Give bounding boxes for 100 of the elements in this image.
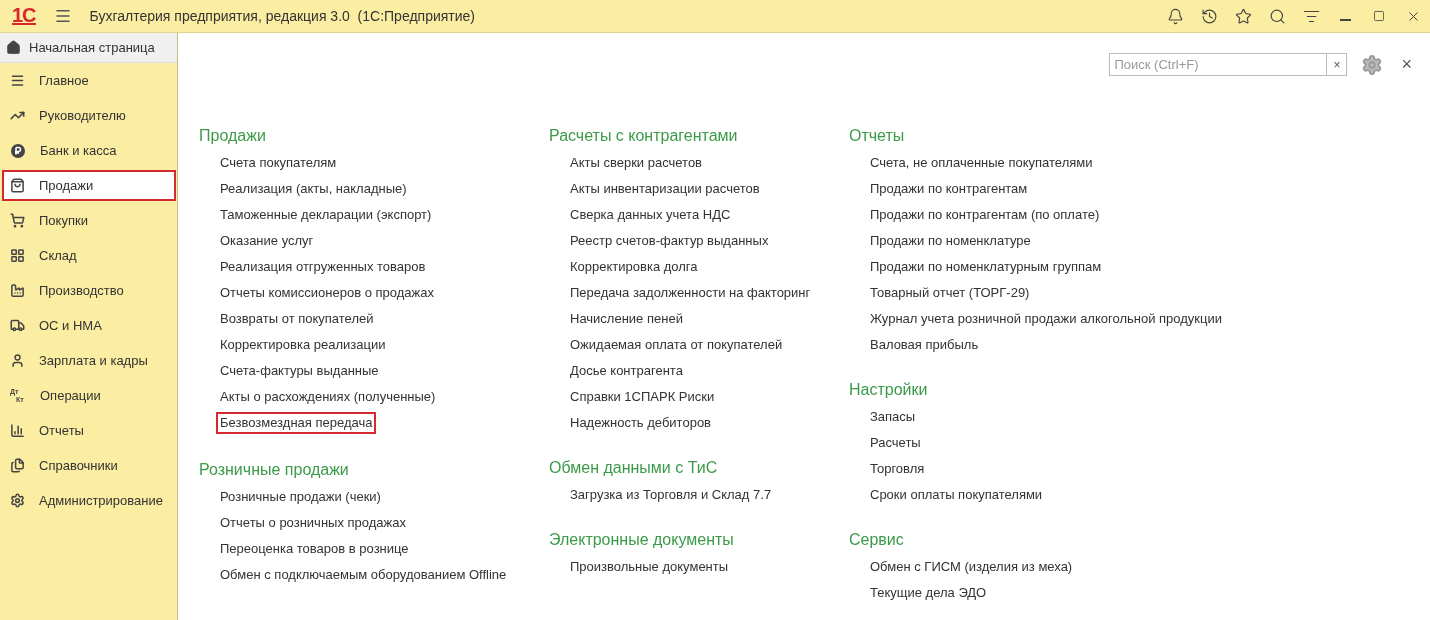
menu-link[interactable]: Счета-фактуры выданные	[220, 362, 379, 388]
history-icon	[1200, 7, 1218, 25]
section-heading: Настройки	[849, 380, 929, 400]
bar-chart-icon	[10, 423, 25, 438]
menu-link[interactable]: Запасы	[870, 408, 916, 434]
sidebar-item-label: Операции	[40, 388, 101, 403]
menu-link[interactable]: Надежность дебиторов	[570, 414, 711, 440]
menu-link[interactable]: Отчеты комиссионеров о продажах	[220, 284, 434, 310]
search-field[interactable]: Поиск (Ctrl+F) ×	[1109, 53, 1348, 76]
documents-icon	[10, 458, 25, 473]
menu-link[interactable]: Реализация (акты, накладные)	[220, 180, 407, 206]
menu-link[interactable]: Счета, не оплаченные покупателями	[870, 154, 1093, 180]
menu-link[interactable]: Розничные продажи (чеки)	[220, 488, 381, 514]
sidebar-item[interactable]: Администрирование	[2, 485, 176, 516]
cart-icon	[10, 213, 25, 228]
truck-icon	[10, 318, 25, 333]
sidebar-item-label: Производство	[39, 283, 124, 298]
sidebar-item[interactable]: Склад	[2, 240, 176, 271]
menu-link[interactable]: Валовая прибыль	[870, 336, 979, 362]
sidebar-item-label: Банк и касса	[40, 143, 117, 158]
home-tab[interactable]: Начальная страница	[0, 33, 177, 63]
sidebar-item[interactable]: Покупки	[2, 205, 176, 236]
menu-link[interactable]: Продажи по контрагентам (по оплате)	[870, 206, 1100, 232]
sidebar-item[interactable]: Отчеты	[2, 415, 176, 446]
star-icon	[1234, 7, 1252, 25]
menu-link[interactable]: Досье контрагента	[570, 362, 683, 388]
sidebar-item-label: Покупки	[39, 213, 88, 228]
sidebar-item-label: Зарплата и кадры	[39, 353, 148, 368]
section-heading: Электронные документы	[549, 530, 735, 550]
settings-icon[interactable]	[1361, 53, 1384, 76]
menu-link[interactable]: Произвольные документы	[570, 558, 729, 584]
menu-link[interactable]: Передача задолженности на факторинг	[570, 284, 811, 310]
section-heading: Обмен данными с ТиС	[549, 458, 719, 478]
menu-link[interactable]: Акты инвентаризации расчетов	[570, 180, 760, 206]
bag-icon	[10, 178, 25, 193]
menu-link[interactable]: Сроки оплаты покупателями	[870, 486, 1043, 512]
section-heading: Сервис	[849, 530, 905, 550]
minimize-icon	[1339, 19, 1351, 21]
menu-link[interactable]: Отчеты о розничных продажах	[220, 514, 406, 540]
menu-link[interactable]: Корректировка реализации	[220, 336, 386, 362]
menu-link[interactable]: Переоценка товаров в рознице	[220, 540, 409, 566]
menu-link[interactable]: Оказание услуг	[220, 232, 314, 258]
sidebar-item[interactable]: Руководителю	[2, 100, 176, 131]
home-tab-label: Начальная страница	[29, 40, 155, 55]
menu-icon	[10, 73, 25, 88]
sidebar-item[interactable]: Банк и касса	[2, 135, 176, 166]
menu-link[interactable]: Безвозмездная передача	[216, 412, 377, 434]
menu-link[interactable]: Торговля	[870, 460, 925, 486]
menu-link[interactable]: Таможенные декларации (экспорт)	[220, 206, 432, 232]
section-heading: Расчеты с контрагентами	[549, 126, 739, 146]
menu-link[interactable]: Обмен с ГИСМ (изделия из меха)	[870, 558, 1073, 584]
window-title: Бухгалтерия предприятия, редакция 3.0 (1С:Предприятие)	[89, 8, 475, 24]
menu-link[interactable]: Продажи по контрагентам	[870, 180, 1028, 206]
menu-link[interactable]: Текущие дела ЭДО	[870, 584, 987, 610]
gear-icon	[10, 493, 25, 508]
menu-link[interactable]: Сверка данных учета НДС	[570, 206, 731, 232]
sidebar-item[interactable]: Главное	[2, 65, 176, 96]
menu-link[interactable]: Реализация отгруженных товаров	[220, 258, 426, 284]
menu-link[interactable]: Справки 1СПАРК Риски	[570, 388, 715, 414]
sidebar-item[interactable]: ОС и НМА	[2, 310, 176, 341]
sidebar-item-label: Продажи	[39, 178, 94, 193]
section-heading: Отчеты	[849, 126, 906, 146]
sidebar-item[interactable]: Справочники	[2, 450, 176, 481]
menu-link[interactable]: Начисление пеней	[570, 310, 683, 336]
person-icon	[10, 353, 25, 368]
home-icon	[6, 40, 21, 55]
sidebar-item-label: Справочники	[39, 458, 118, 473]
sidebar-item[interactable]: Продажи	[2, 170, 176, 201]
menu-link[interactable]: Корректировка долга	[570, 258, 698, 284]
menu-link[interactable]: Расчеты	[870, 434, 921, 460]
menu-link[interactable]: Возвраты от покупателей	[220, 310, 374, 336]
sidebar-item-label: Администрирование	[39, 493, 163, 508]
menu-icon[interactable]	[53, 7, 72, 25]
menu-link[interactable]: Ожидаемая оплата от покупателей	[570, 336, 783, 362]
ruble-coin-icon	[11, 143, 25, 158]
close-button[interactable]: ×	[1397, 54, 1416, 75]
menu-link[interactable]: Товарный отчет (ТОРГ-29)	[870, 284, 1030, 310]
bell-icon	[1166, 7, 1184, 25]
search-icon	[1268, 7, 1286, 25]
sidebar-item-label: Главное	[39, 73, 89, 88]
sidebar-item[interactable]: Зарплата и кадры	[2, 345, 176, 376]
menu-link[interactable]: Счета покупателям	[220, 154, 337, 180]
factory-icon	[10, 283, 25, 298]
grid-icon	[10, 248, 25, 263]
menu-link[interactable]: Акты сверки расчетов	[570, 154, 703, 180]
sidebar-item-label: Отчеты	[39, 423, 84, 438]
menu-link[interactable]: Продажи по номенклатуре	[870, 232, 1031, 258]
menu-link[interactable]: Реестр счетов-фактур выданных	[570, 232, 769, 258]
menu-link[interactable]: Журнал учета розничной продажи алкогольной продукции	[870, 310, 1222, 336]
app-logo: 1С	[12, 7, 36, 25]
maximize-icon	[1373, 10, 1385, 22]
sidebar-item-label: ОС и НМА	[39, 318, 102, 333]
sidebar-item[interactable]: Производство	[2, 275, 176, 306]
sidebar-item-label: Склад	[39, 248, 77, 263]
menu-link[interactable]: Продажи по номенклатурным группам	[870, 258, 1102, 284]
sidebar-item-label: Руководителю	[39, 108, 126, 123]
menu-link[interactable]: Обмен с подключаемым оборудованием Offline	[220, 566, 507, 592]
menu-link[interactable]: Загрузка из Торговля и Склад 7.7	[570, 486, 772, 512]
menu-link[interactable]: Акты о расхождениях (полученные)	[220, 388, 436, 414]
section-heading: Продажи	[199, 126, 267, 146]
